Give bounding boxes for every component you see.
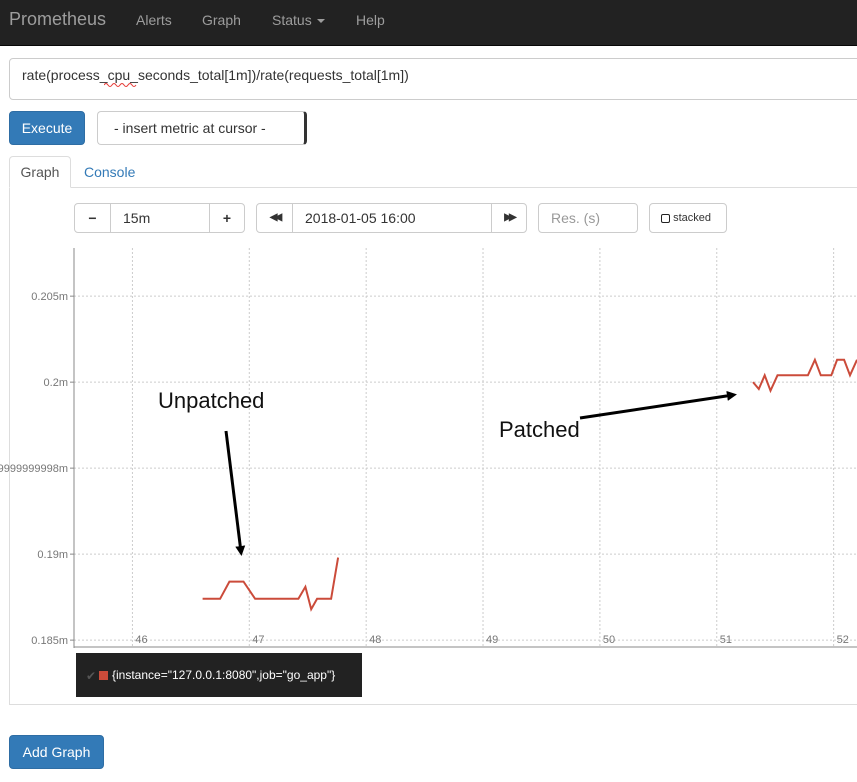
x-tick-label: 50 xyxy=(603,634,615,646)
y-tick-label: 0.2m xyxy=(44,377,68,389)
add-graph-button[interactable]: Add Graph xyxy=(9,735,104,769)
grid-lines xyxy=(74,248,857,647)
x-tick-label: 47 xyxy=(252,634,264,646)
legend: ✔ {instance="127.0.0.1:8080",job="go_app… xyxy=(76,653,362,697)
y-tick-label: 0.19m xyxy=(37,549,68,561)
checkmark-icon[interactable]: ✔ xyxy=(86,669,96,683)
y-tick-label: 0.19999999998m xyxy=(0,463,68,475)
annotation-patched: Patched xyxy=(499,417,580,442)
x-tick-label: 46 xyxy=(135,634,147,646)
series-lines xyxy=(202,357,857,612)
series-line xyxy=(202,557,340,612)
tab-graph[interactable]: Graph xyxy=(9,156,71,188)
annotation-unpatched: Unpatched xyxy=(158,388,264,413)
legend-series-label[interactable]: {instance="127.0.0.1:8080",job="go_app"} xyxy=(112,668,335,682)
x-tick-label: 48 xyxy=(369,634,381,646)
x-tick-label: 52 xyxy=(837,634,849,646)
y-tick-label: 0.205m xyxy=(31,291,68,303)
annotation-patched-arrow xyxy=(579,390,737,420)
y-axis-ticks: 0.185m 0.19m 0.19999999998m 0.2m 0.205m xyxy=(0,291,74,647)
annotation-unpatched-arrow xyxy=(224,430,246,556)
y-tick-label: 0.185m xyxy=(31,635,68,647)
series-line xyxy=(752,357,857,394)
x-tick-label: 51 xyxy=(720,634,732,646)
series-swatch xyxy=(99,671,108,680)
x-tick-label: 49 xyxy=(486,634,498,646)
